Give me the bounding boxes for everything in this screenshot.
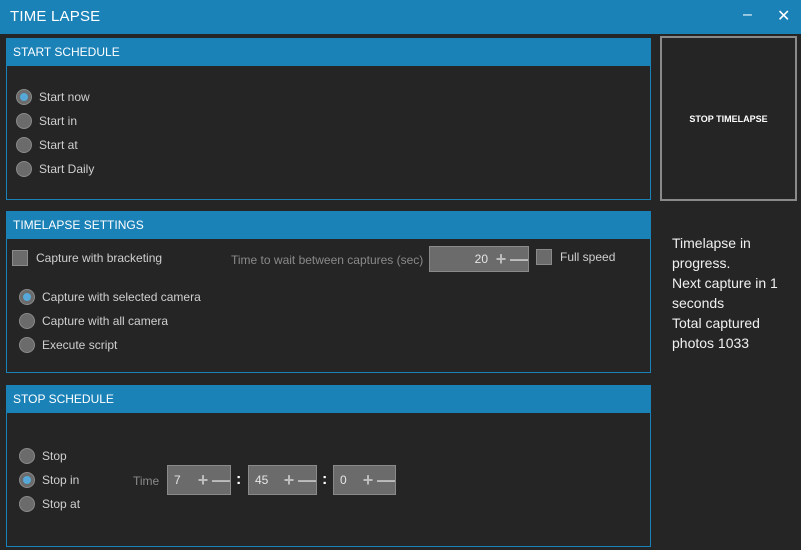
time-separator: :	[322, 471, 328, 488]
stop-timelapse-label: STOP TIMELAPSE	[689, 113, 768, 124]
radio-button[interactable]	[19, 448, 35, 464]
bracketing-checkbox-row[interactable]: Capture with bracketing	[12, 250, 162, 266]
radio-stop-at[interactable]: Stop at	[19, 496, 80, 512]
minimize-icon[interactable]: –	[743, 6, 752, 24]
bracketing-checkbox[interactable]	[12, 250, 28, 266]
plus-icon[interactable]: +	[194, 471, 212, 489]
window-title: TIME LAPSE	[10, 8, 101, 25]
radio-button[interactable]	[19, 472, 35, 488]
radio-button[interactable]	[16, 113, 32, 129]
timelapse-settings-header: TIMELAPSE SETTINGS	[7, 212, 650, 239]
close-icon[interactable]: ✕	[777, 6, 790, 26]
radio-button[interactable]	[16, 161, 32, 177]
timelapse-settings-panel: TIMELAPSE SETTINGS Capture with bracketi…	[6, 211, 651, 373]
minus-icon[interactable]: —	[377, 471, 395, 489]
radio-button[interactable]	[19, 496, 35, 512]
radio-start-at[interactable]: Start at	[16, 137, 78, 153]
seconds-value[interactable]: 0	[334, 473, 359, 487]
hours-stepper[interactable]: 7 + —	[167, 465, 231, 495]
radio-label: Capture with all camera	[42, 314, 169, 328]
radio-selected-camera[interactable]: Capture with selected camera	[19, 289, 201, 305]
radio-label: Stop at	[42, 497, 81, 511]
radio-label: Start in	[39, 114, 78, 128]
start-schedule-header: START SCHEDULE	[7, 39, 650, 66]
start-schedule-panel: START SCHEDULE Start now Start in Start …	[6, 38, 651, 200]
wait-time-stepper[interactable]: 20 + —	[429, 246, 529, 272]
radio-label: Execute script	[42, 338, 118, 352]
radio-start-daily[interactable]: Start Daily	[16, 161, 94, 177]
radio-button[interactable]	[16, 89, 32, 105]
radio-label: Start Daily	[39, 162, 95, 176]
status-text: Timelapse in progress. Next capture in 1…	[672, 233, 792, 353]
plus-icon[interactable]: +	[492, 250, 510, 268]
status-line: Total captured photos 1033	[672, 315, 760, 351]
radio-execute-script[interactable]: Execute script	[19, 337, 117, 353]
stop-schedule-panel: STOP SCHEDULE Stop Stop in Stop at Time …	[6, 385, 651, 547]
bracketing-label: Capture with bracketing	[36, 251, 163, 265]
radio-button[interactable]	[19, 337, 35, 353]
status-line: Timelapse in progress.	[672, 235, 751, 271]
radio-stop[interactable]: Stop	[19, 448, 67, 464]
radio-start-now[interactable]: Start now	[16, 89, 90, 105]
radio-label: Start at	[39, 138, 78, 152]
minus-icon[interactable]: —	[298, 471, 316, 489]
minutes-value[interactable]: 45	[249, 473, 280, 487]
radio-button[interactable]	[19, 289, 35, 305]
radio-label: Capture with selected camera	[42, 290, 201, 304]
stop-schedule-header: STOP SCHEDULE	[7, 386, 650, 413]
plus-icon[interactable]: +	[359, 471, 377, 489]
time-label: Time	[133, 474, 160, 488]
radio-stop-in[interactable]: Stop in	[19, 472, 79, 488]
radio-label: Stop	[42, 449, 67, 463]
radio-label: Start now	[39, 90, 90, 104]
time-separator: :	[236, 471, 242, 488]
seconds-stepper[interactable]: 0 + —	[333, 465, 396, 495]
wait-time-label: Time to wait between captures (sec)	[231, 253, 424, 267]
plus-icon[interactable]: +	[280, 471, 298, 489]
status-line: Next capture in 1 seconds	[672, 275, 778, 311]
radio-start-in[interactable]: Start in	[16, 113, 77, 129]
stop-timelapse-button[interactable]: STOP TIMELAPSE	[660, 36, 797, 201]
minus-icon[interactable]: —	[510, 250, 528, 268]
radio-all-camera[interactable]: Capture with all camera	[19, 313, 168, 329]
minus-icon[interactable]: —	[212, 471, 230, 489]
wait-time-value[interactable]: 20	[430, 252, 492, 266]
full-speed-checkbox[interactable]	[536, 249, 552, 265]
radio-button[interactable]	[19, 313, 35, 329]
full-speed-label: Full speed	[560, 250, 616, 264]
hours-value[interactable]: 7	[168, 473, 194, 487]
radio-label: Stop in	[42, 473, 80, 487]
radio-button[interactable]	[16, 137, 32, 153]
title-bar: TIME LAPSE – ✕	[0, 0, 801, 34]
minutes-stepper[interactable]: 45 + —	[248, 465, 317, 495]
full-speed-checkbox-row[interactable]: Full speed	[536, 249, 615, 265]
